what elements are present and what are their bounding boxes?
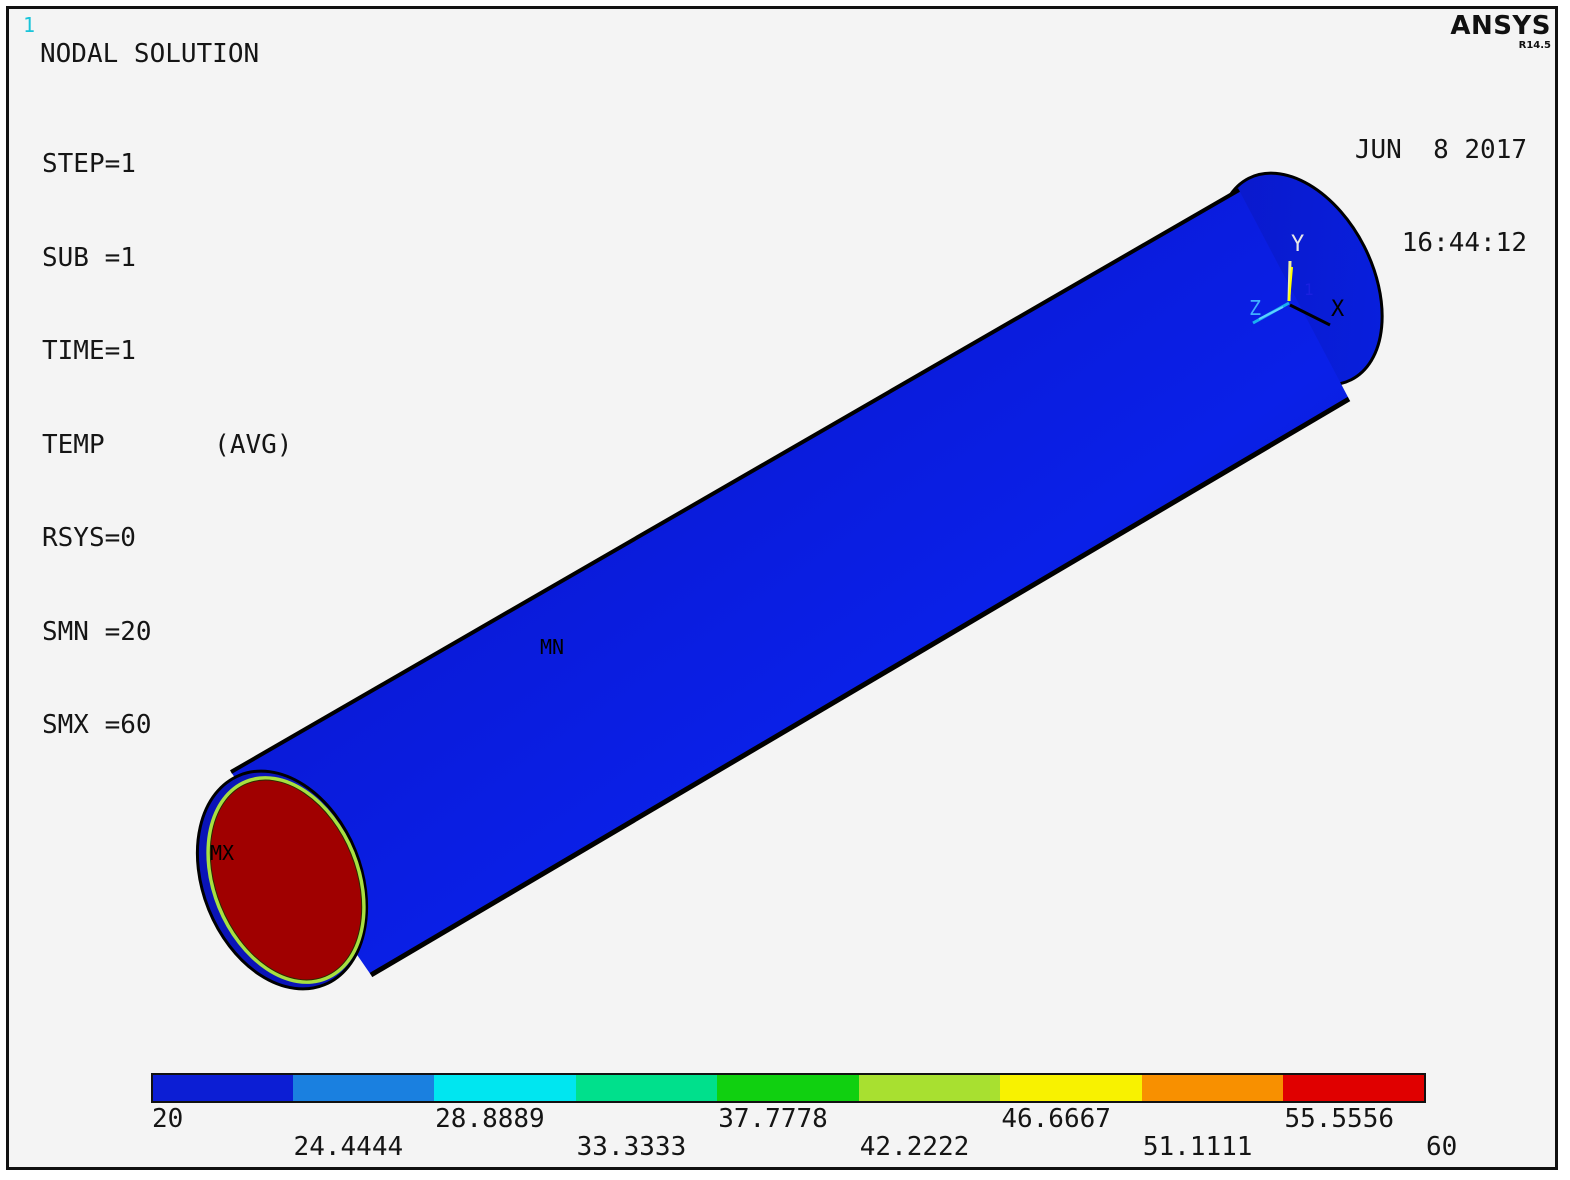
legend-band	[434, 1073, 577, 1103]
legend-band	[292, 1073, 436, 1103]
max-label: MX	[210, 841, 234, 865]
min-label: MN	[540, 635, 564, 659]
cylinder-body	[231, 190, 1349, 975]
legend-band	[575, 1073, 719, 1103]
triad-z-label: Z	[1249, 296, 1261, 320]
legend-band	[1000, 1073, 1143, 1103]
legend-value: 42.2222	[859, 1132, 970, 1162]
legend-value: 24.4444	[293, 1132, 404, 1162]
legend-band	[717, 1073, 860, 1103]
legend-value: 60	[1426, 1132, 1458, 1162]
legend-value: 51.1111	[1142, 1132, 1253, 1162]
contour-legend: 20 24.4444 28.8889 33.3333 37.7778 42.2222 46.…	[151, 1073, 1457, 1161]
legend-value: 33.3333	[576, 1132, 687, 1162]
legend-value: 55.5556	[1284, 1104, 1395, 1134]
legend-band	[858, 1073, 1002, 1103]
model-view[interactable]: MN MX Y Z X 1	[9, 9, 1555, 1167]
legend-band	[1141, 1073, 1285, 1103]
legend-value: 28.8889	[435, 1104, 545, 1134]
graphics-window[interactable]: 1 NODAL SOLUTION STEP=1 SUB =1 TIME=1 TE…	[6, 6, 1558, 1170]
legend-value: 20	[152, 1104, 184, 1134]
triad-x-label: X	[1331, 297, 1345, 322]
triad-y-label: Y	[1291, 232, 1304, 257]
legend-band	[151, 1073, 294, 1103]
legend-band	[1283, 1073, 1426, 1103]
legend-value: 46.6667	[1001, 1104, 1111, 1134]
triad-node-label: 1	[1304, 280, 1314, 299]
legend-value: 37.7778	[718, 1104, 828, 1134]
